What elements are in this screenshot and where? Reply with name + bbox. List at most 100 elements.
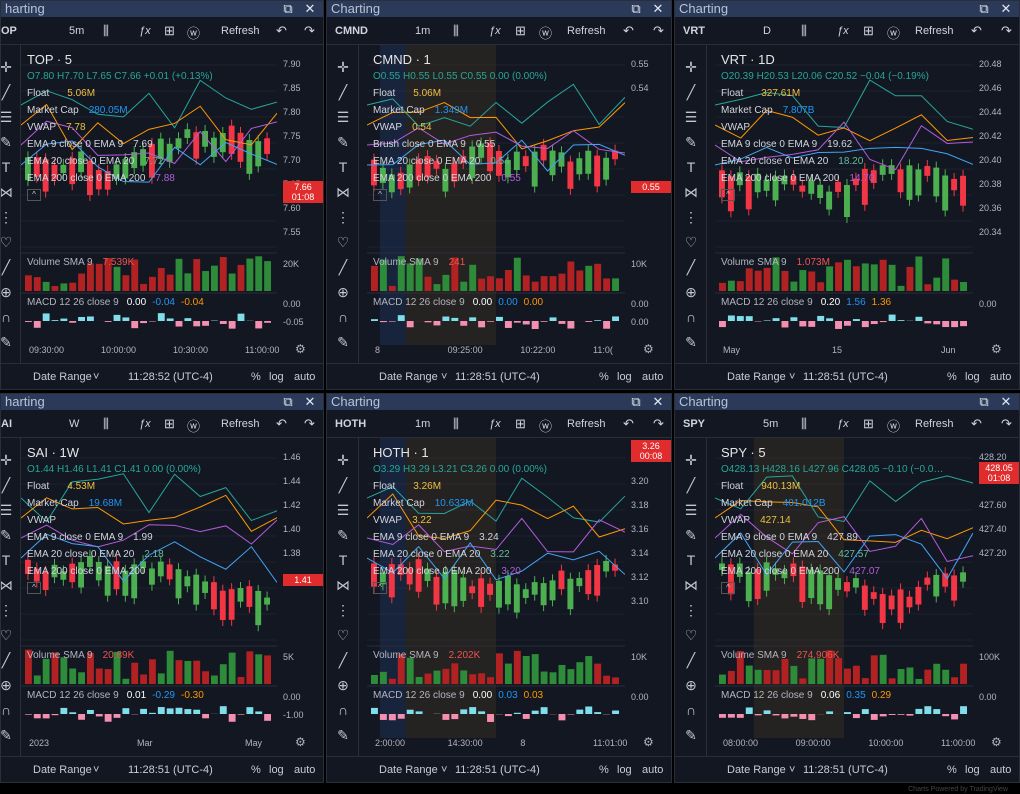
percent-toggle[interactable]: % — [599, 371, 609, 383]
indicators-icon[interactable]: ƒx — [139, 418, 151, 430]
fib-icon[interactable]: ☰ — [1, 109, 13, 126]
close-icon[interactable]: ✕ — [301, 394, 319, 410]
indicators-icon[interactable]: ƒx — [489, 25, 501, 37]
favorite-icon[interactable]: ♡ — [327, 234, 359, 251]
prediction-icon[interactable]: ⋮ — [675, 602, 707, 619]
ruler-icon[interactable]: ╱ — [675, 652, 707, 669]
log-toggle[interactable]: log — [269, 371, 284, 383]
interval-selector[interactable]: W — [69, 418, 79, 430]
settings-gear-icon[interactable]: ⚙ — [643, 342, 654, 356]
favorite-icon[interactable]: ♡ — [675, 234, 707, 251]
price-axis[interactable]: 20.48 20.46 20.44 20.42 20.40 20.38 20.36 20.34 — [973, 45, 1019, 245]
magnet-icon[interactable]: ∩ — [675, 309, 707, 325]
chevron-down-icon[interactable]: ˅ — [93, 371, 99, 383]
close-icon[interactable]: ✕ — [301, 1, 319, 17]
settings-gear-icon[interactable]: ⚙ — [991, 735, 1002, 749]
auto-toggle[interactable]: auto — [990, 764, 1011, 776]
candle-type-icon[interactable]: ⫼ — [453, 23, 459, 39]
magnet-icon[interactable]: ∩ — [1, 309, 13, 325]
settings-gear-icon[interactable]: ⚙ — [991, 342, 1002, 356]
text-icon[interactable]: T — [327, 552, 359, 568]
date-range-button[interactable]: Date Range — [379, 764, 438, 776]
pattern-icon[interactable]: ⋈ — [327, 184, 359, 201]
watermark-icon[interactable]: ⓦ — [887, 23, 900, 42]
text-icon[interactable]: T — [675, 552, 707, 568]
popout-icon[interactable]: ⧉ — [279, 1, 297, 17]
undo-icon[interactable]: ↶ — [623, 23, 634, 39]
symbol-selector[interactable]: SPY — [683, 418, 705, 430]
candle-type-icon[interactable]: ⫼ — [453, 416, 459, 432]
favorite-icon[interactable]: ♡ — [1, 234, 13, 251]
lock-icon[interactable]: ✎ — [1, 727, 13, 744]
price-axis[interactable]: 1.46 1.44 1.42 1.40 1.38 1.41 — [277, 438, 323, 638]
layout-icon[interactable]: ⊞ — [863, 23, 874, 39]
brush-icon[interactable]: ✎ — [1, 527, 13, 544]
settings-gear-icon[interactable]: ⚙ — [295, 342, 306, 356]
ruler-icon[interactable]: ╱ — [1, 259, 13, 276]
auto-toggle[interactable]: auto — [990, 371, 1011, 383]
refresh-button[interactable]: Refresh — [915, 25, 954, 37]
indicators-icon[interactable]: ƒx — [139, 25, 151, 37]
symbol-selector[interactable]: OP — [1, 25, 17, 37]
layout-icon[interactable]: ⊞ — [863, 416, 874, 432]
favorite-icon[interactable]: ♡ — [1, 627, 13, 644]
favorite-icon[interactable]: ♡ — [675, 627, 707, 644]
price-axis[interactable]: 428.20427.80427.60427.40427.20428.0501:0… — [973, 438, 1019, 638]
indicators-icon[interactable]: ƒx — [837, 25, 849, 37]
auto-toggle[interactable]: auto — [642, 371, 663, 383]
lock-icon[interactable]: ✎ — [1, 334, 13, 351]
ruler-icon[interactable]: ╱ — [1, 652, 13, 669]
layout-icon[interactable]: ⊞ — [164, 416, 175, 432]
magnet-icon[interactable]: ∩ — [327, 702, 359, 718]
pattern-icon[interactable]: ⋈ — [1, 577, 13, 594]
prediction-icon[interactable]: ⋮ — [1, 602, 13, 619]
date-range-button[interactable]: Date Range — [727, 371, 786, 383]
pattern-icon[interactable]: ⋈ — [327, 577, 359, 594]
percent-toggle[interactable]: % — [947, 371, 957, 383]
undo-icon[interactable]: ↶ — [623, 416, 634, 432]
date-range-button[interactable]: Date Range — [33, 371, 92, 383]
trendline-icon[interactable]: ╱ — [327, 84, 359, 101]
collapse-legend-button[interactable]: ^ — [373, 189, 387, 201]
collapse-legend-button[interactable]: ^ — [27, 189, 41, 201]
lock-icon[interactable]: ✎ — [327, 727, 359, 744]
text-icon[interactable]: T — [327, 159, 359, 175]
prediction-icon[interactable]: ⋮ — [1, 209, 13, 226]
brush-icon[interactable]: ✎ — [1, 134, 13, 151]
refresh-button[interactable]: Refresh — [915, 418, 954, 430]
percent-toggle[interactable]: % — [251, 764, 261, 776]
watermark-icon[interactable]: ⓦ — [887, 416, 900, 435]
percent-toggle[interactable]: % — [251, 371, 261, 383]
symbol-selector[interactable]: AI — [1, 418, 12, 430]
symbol-selector[interactable]: VRT — [683, 25, 705, 37]
fib-icon[interactable]: ☰ — [675, 502, 707, 519]
collapse-legend-button[interactable]: ^ — [27, 582, 41, 594]
magnet-icon[interactable]: ∩ — [675, 702, 707, 718]
watermark-icon[interactable]: ⓦ — [539, 416, 552, 435]
refresh-button[interactable]: Refresh — [567, 418, 606, 430]
close-icon[interactable]: ✕ — [997, 1, 1015, 17]
pattern-icon[interactable]: ⋈ — [1, 184, 13, 201]
candle-type-icon[interactable]: ⫼ — [801, 416, 807, 432]
candle-type-icon[interactable]: ⫼ — [103, 23, 109, 39]
crosshair-icon[interactable]: ✛ — [1, 452, 13, 469]
date-range-button[interactable]: Date Range — [727, 764, 786, 776]
redo-icon[interactable]: ↷ — [1001, 23, 1012, 39]
layout-icon[interactable]: ⊞ — [164, 23, 175, 39]
interval-selector[interactable]: 5m — [763, 418, 778, 430]
price-axis[interactable]: 7.907.857.807.757.707.657.607.557.6601:0… — [277, 45, 323, 245]
popout-icon[interactable]: ⧉ — [627, 1, 645, 17]
auto-toggle[interactable]: auto — [294, 371, 315, 383]
refresh-button[interactable]: Refresh — [567, 25, 606, 37]
percent-toggle[interactable]: % — [599, 764, 609, 776]
interval-selector[interactable]: D — [763, 25, 771, 37]
lock-icon[interactable]: ✎ — [675, 727, 707, 744]
interval-selector[interactable]: 1m — [415, 418, 430, 430]
popout-icon[interactable]: ⧉ — [975, 1, 993, 17]
magnet-icon[interactable]: ∩ — [327, 309, 359, 325]
popout-icon[interactable]: ⧉ — [627, 394, 645, 410]
price-axis[interactable]: 3.223.203.183.163.143.123.103.2600:08 — [625, 438, 671, 638]
watermark-icon[interactable]: ⓦ — [187, 23, 200, 42]
settings-gear-icon[interactable]: ⚙ — [295, 735, 306, 749]
layout-icon[interactable]: ⊞ — [515, 23, 526, 39]
